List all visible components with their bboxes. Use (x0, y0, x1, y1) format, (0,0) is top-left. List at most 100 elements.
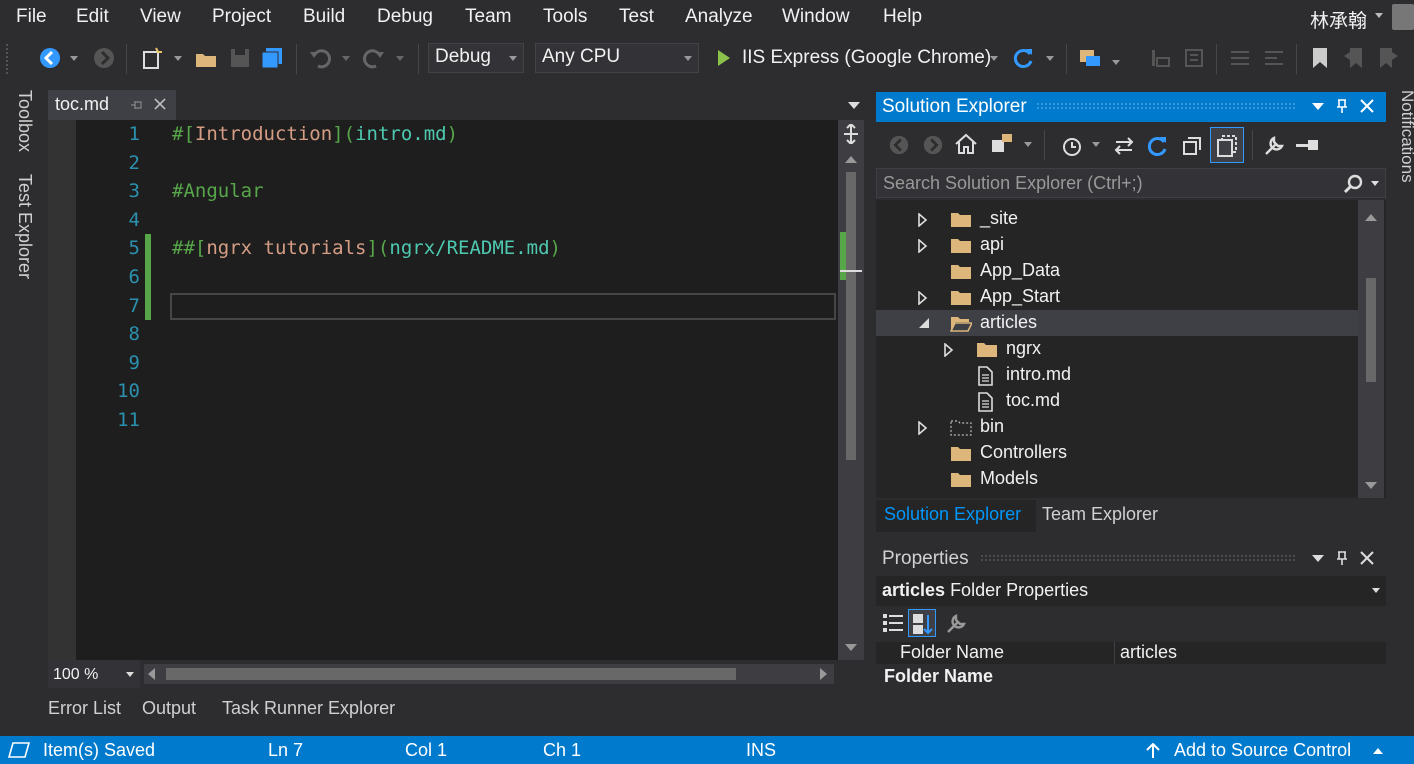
previous-bookmark-icon[interactable] (1342, 46, 1366, 70)
user-account-name[interactable]: 林承翰 (1310, 6, 1367, 33)
chevron-down-icon[interactable] (1092, 142, 1100, 148)
menu-analyze[interactable]: Analyze (685, 6, 753, 28)
pin-icon[interactable] (130, 99, 142, 111)
property-grid[interactable]: Folder Name articles (876, 642, 1386, 664)
properties-object-selector[interactable]: articles Folder Properties (876, 576, 1386, 606)
scrollbar-thumb[interactable] (1366, 278, 1376, 382)
preview-selected-items-icon[interactable] (1296, 138, 1320, 152)
toolbar-grip[interactable] (6, 44, 10, 74)
code-line[interactable]: #Angular (172, 180, 264, 202)
solution-explorer-scrollbar[interactable] (1358, 200, 1384, 498)
expand-arrow-icon[interactable] (918, 421, 928, 435)
property-pages-wrench-icon[interactable] (944, 612, 968, 636)
scroll-up-icon[interactable] (845, 156, 857, 164)
menu-view[interactable]: View (140, 6, 181, 28)
scrollbar-thumb[interactable] (846, 172, 856, 460)
tree-item[interactable]: ngrx (876, 336, 1360, 362)
window-position-dropdown-icon[interactable] (1312, 103, 1324, 111)
switch-views-icon[interactable] (990, 132, 1016, 156)
expand-arrow-icon[interactable] (918, 239, 928, 253)
tree-item[interactable]: articles (876, 310, 1360, 336)
navigate-forward-icon[interactable] (92, 46, 116, 70)
chevron-down-icon[interactable] (1371, 181, 1379, 187)
zoom-level-dropdown[interactable]: 100 % (48, 660, 140, 688)
menu-test[interactable]: Test (619, 6, 654, 28)
window-position-dropdown-icon[interactable] (1312, 555, 1324, 563)
tree-item[interactable]: toc.md (876, 388, 1360, 414)
save-all-icon[interactable] (260, 46, 284, 70)
tree-item[interactable]: Models (876, 466, 1360, 492)
expand-arrow-icon[interactable] (918, 291, 928, 305)
categorized-view-icon[interactable] (882, 612, 904, 634)
step-over-icon[interactable] (1182, 46, 1206, 70)
code-line[interactable]: ##[ngrx tutorials](ngrx/README.md) (172, 237, 561, 259)
play-icon[interactable] (716, 48, 732, 68)
chevron-up-icon[interactable] (1373, 748, 1383, 754)
alphabetical-view-button[interactable] (908, 609, 936, 637)
team-explorer-tab[interactable]: Team Explorer (1042, 504, 1158, 525)
home-icon[interactable] (954, 132, 978, 156)
comment-lines-icon[interactable] (1228, 46, 1252, 70)
collapse-arrow-icon[interactable] (918, 317, 930, 329)
chevron-down-icon[interactable] (1374, 12, 1384, 20)
scrollbar-thumb[interactable] (166, 668, 736, 680)
tree-item[interactable]: api (876, 232, 1360, 258)
menu-help[interactable]: Help (883, 6, 922, 28)
code-editor[interactable]: 1 2 3 4 5 6 7 8 9 10 11 #[Introduction](intro.md) #… (48, 120, 864, 660)
solution-explorer-tab[interactable]: Solution Explorer (876, 500, 1036, 532)
new-project-icon[interactable] (140, 46, 164, 70)
pin-icon[interactable] (1336, 550, 1348, 566)
start-debugging-button[interactable]: IIS Express (Google Chrome) (742, 47, 991, 69)
editor-vertical-scrollbar[interactable] (838, 120, 864, 660)
scroll-left-icon[interactable] (148, 668, 156, 680)
add-to-source-control-button[interactable]: Add to Source Control (1174, 740, 1351, 761)
chevron-down-icon[interactable] (342, 56, 350, 62)
output-tab[interactable]: Output (142, 698, 196, 719)
collapse-all-icon[interactable] (1180, 134, 1204, 158)
menu-edit[interactable]: Edit (76, 6, 109, 28)
menu-window[interactable]: Window (782, 6, 850, 28)
chevron-down-icon[interactable] (174, 56, 182, 62)
tree-item[interactable]: intro.md (876, 362, 1360, 388)
insert-mode-indicator[interactable]: INS (746, 740, 776, 761)
chevron-down-icon[interactable] (396, 56, 404, 62)
open-file-icon[interactable] (194, 46, 218, 70)
forward-icon[interactable] (922, 134, 944, 156)
expand-arrow-icon[interactable] (944, 343, 954, 357)
uncomment-lines-icon[interactable] (1262, 46, 1286, 70)
task-runner-explorer-tab[interactable]: Task Runner Explorer (222, 698, 395, 719)
pending-changes-filter-icon[interactable] (1060, 134, 1084, 158)
step-into-icon[interactable] (1148, 46, 1172, 70)
solution-explorer-title-bar[interactable]: Solution Explorer (876, 92, 1386, 122)
solution-explorer-search-input[interactable]: Search Solution Explorer (Ctrl+;) (876, 168, 1386, 198)
scroll-right-icon[interactable] (820, 668, 828, 680)
menu-project[interactable]: Project (212, 6, 271, 28)
close-icon[interactable] (1360, 99, 1374, 113)
avatar[interactable] (1392, 4, 1414, 30)
indicator-margin[interactable] (48, 120, 76, 660)
solution-platform-dropdown[interactable]: Any CPU (535, 43, 699, 73)
test-explorer-tab[interactable]: Test Explorer (14, 174, 35, 279)
menu-build[interactable]: Build (303, 6, 345, 28)
pin-icon[interactable] (1336, 98, 1348, 114)
back-icon[interactable] (888, 134, 910, 156)
tree-item[interactable]: bin (876, 414, 1360, 440)
redo-icon[interactable] (362, 46, 386, 70)
solution-configuration-dropdown[interactable]: Debug (428, 43, 524, 73)
split-editor-icon[interactable] (843, 124, 859, 144)
editor-horizontal-scrollbar[interactable] (144, 664, 834, 684)
undo-icon[interactable] (308, 46, 332, 70)
property-grid-divider[interactable] (1114, 642, 1115, 664)
sync-with-active-document-icon[interactable] (1112, 134, 1136, 158)
menu-tools[interactable]: Tools (543, 6, 587, 28)
navigate-back-icon[interactable] (38, 46, 62, 70)
save-icon[interactable] (228, 46, 252, 70)
bookmark-icon[interactable] (1308, 46, 1332, 70)
menu-team[interactable]: Team (465, 6, 511, 28)
tree-item[interactable]: Controllers (876, 440, 1360, 466)
close-icon[interactable] (1360, 551, 1374, 565)
menu-file[interactable]: File (16, 6, 47, 28)
notifications-tab[interactable]: Notifications (1397, 90, 1414, 183)
chevron-down-icon[interactable] (1024, 142, 1032, 148)
code-line[interactable]: #[Introduction](intro.md) (172, 123, 458, 145)
